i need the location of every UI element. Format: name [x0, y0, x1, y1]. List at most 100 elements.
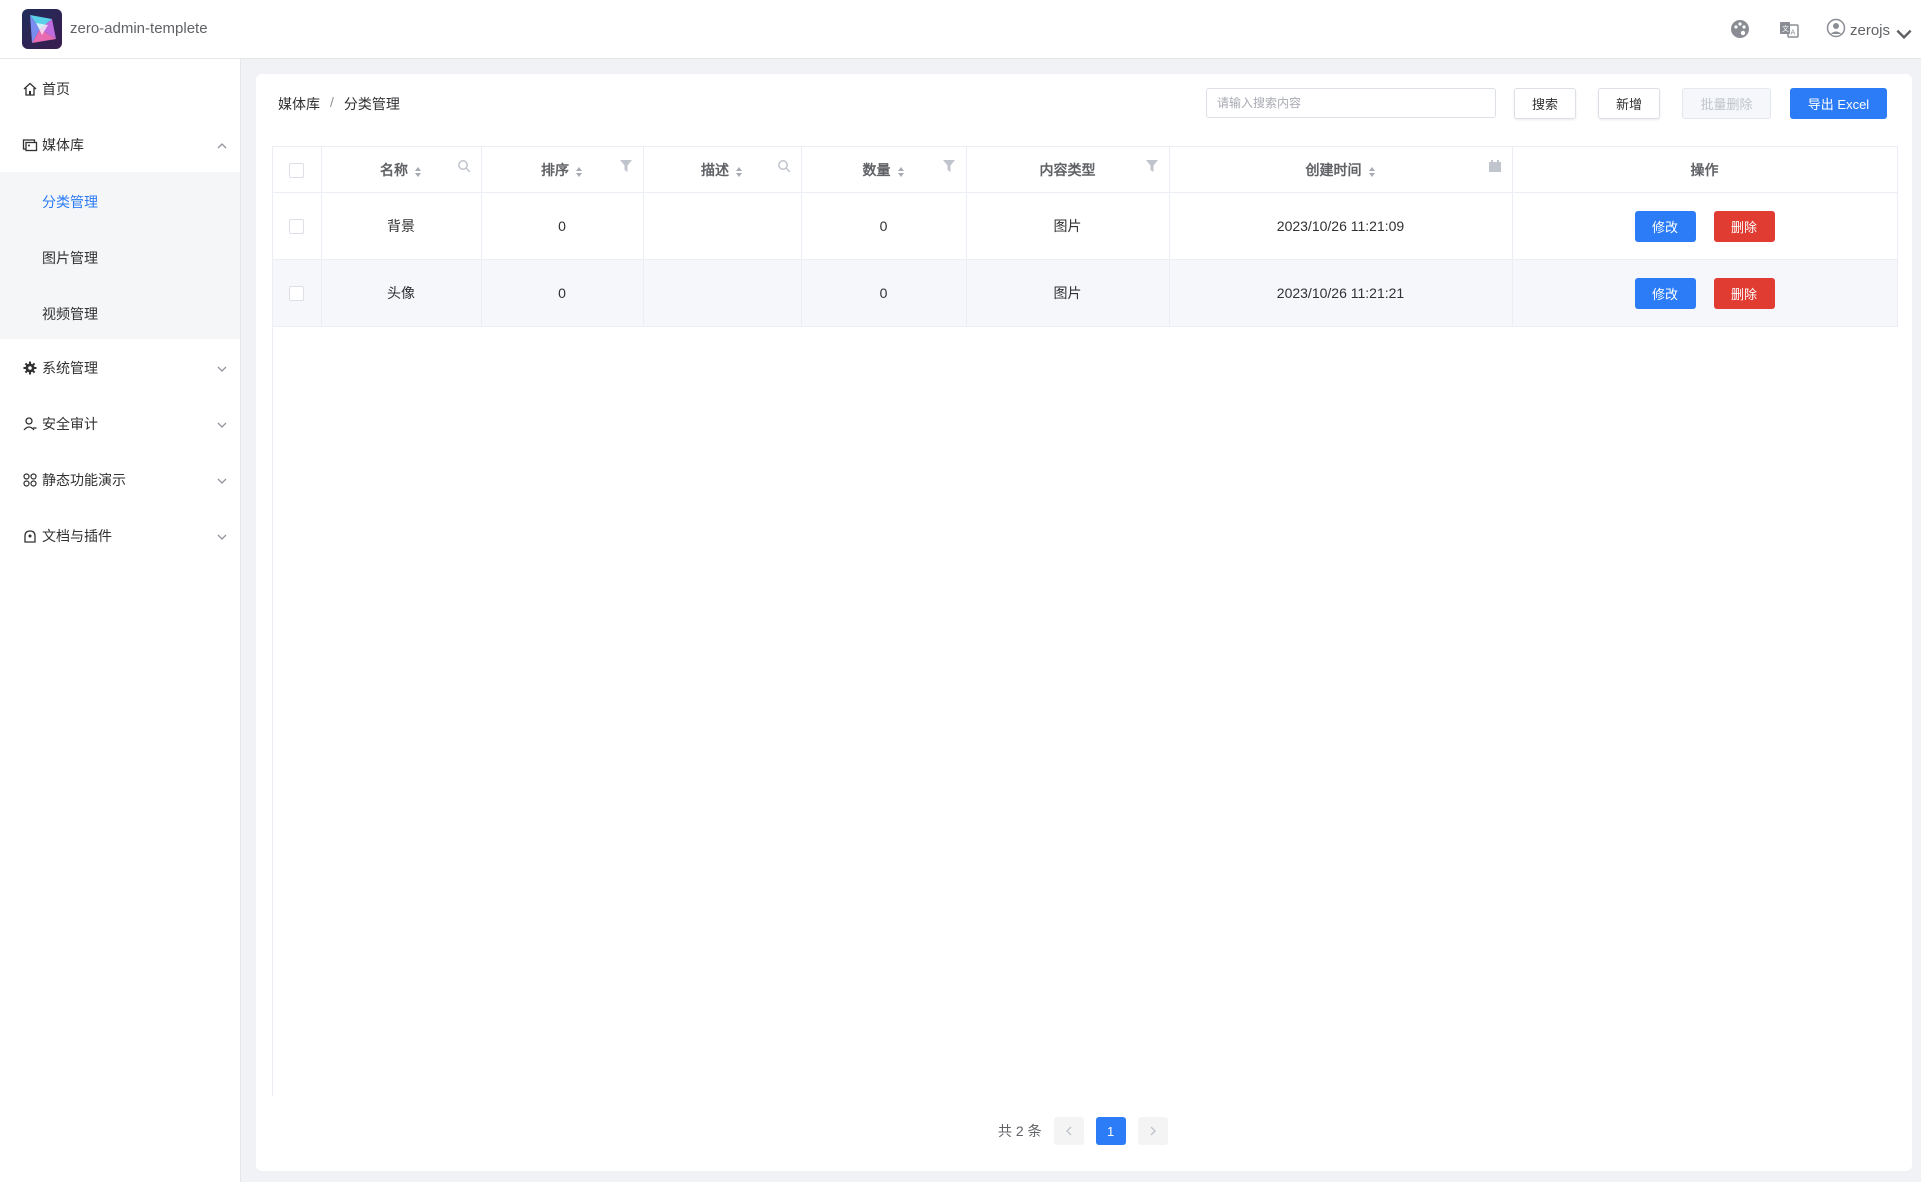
home-icon: [22, 81, 38, 97]
main-card: 媒体库 / 分类管理 搜索 新增 批量删除 导出 Excel 名称 排序: [256, 74, 1912, 1171]
cell-actions: 修改 删除: [1512, 259, 1898, 327]
delete-button[interactable]: 删除: [1713, 277, 1775, 309]
batch-delete-button[interactable]: 批量删除: [1682, 88, 1771, 119]
search-icon[interactable]: [777, 159, 791, 173]
column-label: 创建时间: [1305, 161, 1362, 178]
cell-created: 2023/10/26 11:21:09: [1169, 192, 1513, 260]
sidebar-item-label: 文档与插件: [42, 528, 112, 544]
chevron-up-icon: [216, 139, 228, 151]
sidebar-item-demos[interactable]: 静态功能演示: [0, 452, 240, 508]
filter-icon[interactable]: [942, 159, 956, 173]
breadcrumb-separator: /: [330, 94, 334, 110]
breadcrumb-item-media[interactable]: 媒体库: [278, 94, 320, 114]
cell-count: 0: [801, 192, 967, 260]
add-button[interactable]: 新增: [1598, 88, 1660, 119]
filter-icon[interactable]: [1145, 159, 1159, 173]
column-header-actions: 操作: [1512, 146, 1898, 193]
cell-type: 图片: [966, 192, 1170, 260]
filter-icon[interactable]: [619, 159, 633, 173]
sidebar-item-category[interactable]: 分类管理: [0, 174, 240, 230]
sort-icon[interactable]: [735, 165, 743, 177]
row-select-cell: [273, 192, 322, 260]
select-all-checkbox[interactable]: [289, 162, 305, 178]
sidebar-item-videos[interactable]: 视频管理: [0, 286, 240, 342]
username: zerojs: [1850, 21, 1891, 39]
cell-sort: 0: [481, 259, 644, 327]
row-select-cell: [273, 259, 322, 327]
column-header-name[interactable]: 名称: [321, 146, 482, 193]
chevron-down-icon: [1894, 24, 1912, 40]
grid-icon: [22, 472, 38, 488]
edit-button[interactable]: 修改: [1634, 210, 1696, 242]
search-button[interactable]: 搜索: [1514, 88, 1576, 119]
cell-type: 图片: [966, 259, 1170, 327]
avatar-icon: [1826, 18, 1846, 42]
column-header-created[interactable]: 创建时间: [1169, 146, 1513, 193]
sidebar-item-images[interactable]: 图片管理: [0, 230, 240, 286]
cell-count: 0: [801, 259, 967, 327]
app-logo[interactable]: [22, 9, 62, 49]
gear-icon: [22, 360, 38, 376]
prev-page-button[interactable]: [1053, 1117, 1084, 1145]
sidebar-item-label: 首页: [42, 81, 70, 97]
column-header-sort[interactable]: 排序: [481, 146, 644, 193]
app-title: zero-admin-templete: [70, 20, 208, 37]
search-icon[interactable]: [457, 159, 471, 173]
user-icon: [22, 416, 38, 432]
sort-icon[interactable]: [1368, 165, 1376, 177]
page-number-button[interactable]: 1: [1095, 1117, 1126, 1145]
column-label: 名称: [380, 161, 408, 178]
pagination-total: 共 2 条: [998, 1123, 1042, 1139]
delete-button[interactable]: 删除: [1713, 210, 1775, 242]
next-page-button[interactable]: [1137, 1117, 1168, 1145]
sidebar-item-security[interactable]: 安全审计: [0, 396, 240, 452]
cell-desc: [643, 192, 802, 260]
sidebar-item-label: 媒体库: [42, 137, 84, 153]
calendar-icon[interactable]: [1488, 159, 1502, 173]
sidebar-item-docs[interactable]: 文档与插件: [0, 508, 240, 564]
column-header-type[interactable]: 内容类型: [966, 146, 1170, 193]
row-checkbox[interactable]: [289, 219, 305, 235]
sidebar-item-system[interactable]: 系统管理: [0, 340, 240, 396]
sidebar-item-media[interactable]: 媒体库: [0, 117, 240, 173]
export-excel-button[interactable]: 导出 Excel: [1790, 88, 1887, 119]
cell-actions: 修改 删除: [1512, 192, 1898, 260]
column-label: 操作: [1690, 161, 1719, 178]
sidebar-item-label: 图片管理: [42, 250, 98, 266]
edit-button[interactable]: 修改: [1634, 277, 1696, 309]
cell-sort: 0: [481, 192, 644, 260]
palette-icon[interactable]: [1729, 18, 1751, 40]
search-input[interactable]: [1206, 88, 1496, 118]
sidebar-item-home[interactable]: 首页: [0, 61, 240, 117]
sort-icon[interactable]: [575, 165, 583, 177]
chevron-right-icon: [1150, 1126, 1156, 1136]
sidebar-item-label: 安全审计: [42, 416, 98, 432]
pagination: 共 2 条 1: [998, 1116, 1168, 1146]
column-label: 内容类型: [1039, 161, 1096, 178]
sidebar-item-label: 分类管理: [42, 194, 98, 210]
sort-icon[interactable]: [897, 165, 905, 177]
select-all-cell: [273, 146, 322, 193]
column-label: 排序: [541, 161, 569, 178]
table-row: 背景 0 0 图片 2023/10/26 11:21:09 修改 删除: [273, 192, 1898, 260]
sidebar-item-label: 静态功能演示: [42, 472, 126, 488]
media-submenu: 分类管理 图片管理 视频管理: [0, 172, 240, 339]
cell-created: 2023/10/26 11:21:21: [1169, 259, 1513, 327]
media-icon: [22, 137, 38, 153]
translate-icon[interactable]: 文A: [1778, 18, 1800, 40]
column-header-count[interactable]: 数量: [801, 146, 967, 193]
sidebar-item-label: 系统管理: [42, 360, 98, 376]
top-header: zero-admin-templete 文A zerojs: [0, 0, 1921, 59]
plugin-icon: [22, 528, 38, 544]
chevron-down-icon: [216, 474, 228, 486]
user-menu[interactable]: zerojs: [1826, 18, 1912, 42]
chevron-left-icon: [1065, 1126, 1072, 1136]
column-label: 描述: [701, 161, 729, 178]
cell-name: 头像: [321, 259, 482, 327]
sort-icon[interactable]: [414, 165, 422, 177]
cell-desc: [643, 259, 802, 327]
sidebar-item-label: 视频管理: [42, 306, 98, 322]
column-header-desc[interactable]: 描述: [643, 146, 802, 193]
row-checkbox[interactable]: [289, 286, 305, 302]
chevron-down-icon: [216, 362, 228, 374]
